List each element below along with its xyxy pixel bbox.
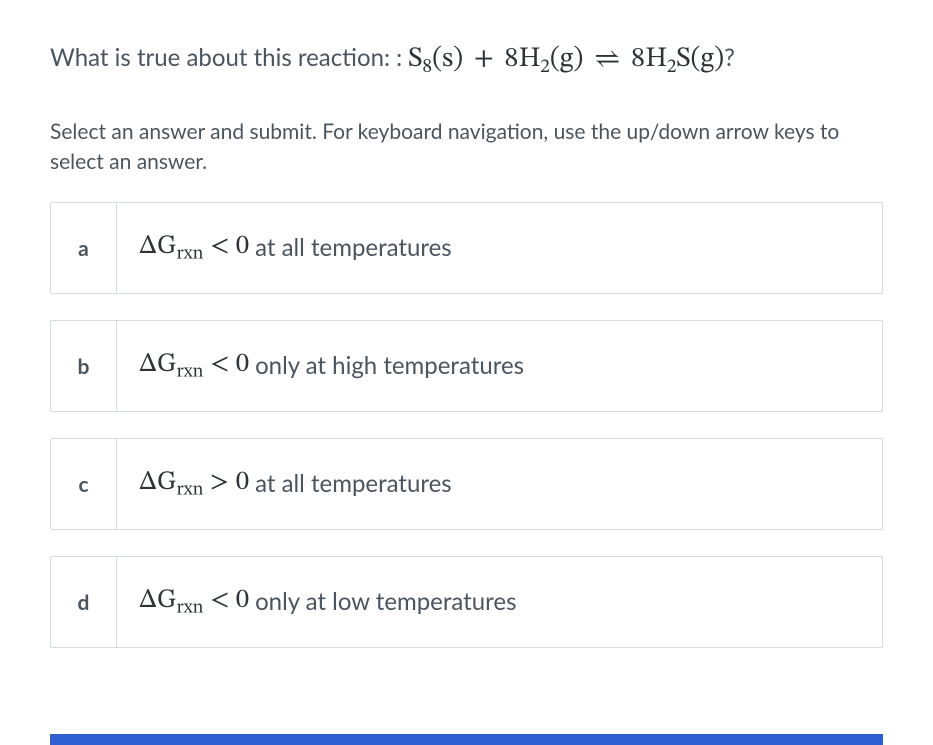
option-tail: only at high temperatures — [255, 350, 524, 381]
delta-g-expression: ΔGrxn < 0 — [139, 229, 249, 267]
product-sub: 2 — [667, 57, 677, 77]
rxn-subscript: rxn — [176, 246, 203, 264]
greater-than-zero: > 0 — [204, 469, 250, 496]
delta-g-expression: ΔGrxn < 0 — [139, 347, 249, 385]
option-body: ΔGrxn < 0 only at low temperatures — [117, 557, 538, 647]
reactant1-sub: 8 — [422, 57, 432, 77]
delta-g-expression: ΔGrxn < 0 — [139, 583, 249, 621]
option-tail: at all temperatures — [255, 232, 452, 263]
delta-g-expression: ΔGrxn > 0 — [139, 465, 249, 503]
progress-bar — [50, 734, 883, 745]
delta-g: ΔG — [139, 351, 176, 378]
option-letter: c — [51, 439, 117, 529]
question-prefix: What is true about this reaction: : — [50, 43, 408, 72]
option-body: ΔGrxn < 0 at all temperatures — [117, 203, 474, 293]
product-tail: S(g) — [676, 45, 724, 73]
options-list: a ΔGrxn < 0 at all temperatures b ΔGrxn … — [50, 202, 883, 648]
less-than-zero: < 0 — [204, 351, 250, 378]
rxn-subscript: rxn — [176, 600, 203, 618]
answer-instructions: Select an answer and submit. For keyboar… — [50, 117, 883, 176]
option-body: ΔGrxn < 0 only at high temperatures — [117, 321, 546, 411]
option-tail: only at low temperatures — [255, 586, 516, 617]
question-card: What is true about this reaction: : S8(s… — [0, 0, 933, 745]
equilibrium-arrow: ⇌ — [583, 45, 631, 73]
option-d[interactable]: d ΔGrxn < 0 only at low temperatures — [50, 556, 883, 648]
rxn-subscript: rxn — [176, 364, 203, 382]
plus-operator: + — [463, 45, 504, 73]
reactant1-state: (s) — [432, 45, 463, 73]
spacer — [50, 648, 883, 734]
delta-g: ΔG — [139, 587, 176, 614]
option-b[interactable]: b ΔGrxn < 0 only at high temperatures — [50, 320, 883, 412]
reactant1-species: S — [408, 45, 422, 73]
option-letter: a — [51, 203, 117, 293]
delta-g: ΔG — [139, 469, 176, 496]
option-body: ΔGrxn > 0 at all temperatures — [117, 439, 474, 529]
reactant2-sub: 2 — [540, 57, 550, 77]
option-letter: d — [51, 557, 117, 647]
less-than-zero: < 0 — [204, 233, 250, 260]
question-suffix: ? — [724, 43, 735, 72]
option-a[interactable]: a ΔGrxn < 0 at all temperatures — [50, 202, 883, 294]
delta-g: ΔG — [139, 233, 176, 260]
question-stem: What is true about this reaction: : S8(s… — [50, 40, 883, 81]
product-coef: 8H — [631, 45, 667, 73]
reaction-equation: S8(s) + 8H2(g) ⇌ 8H2S(g) — [408, 45, 724, 73]
content-area: What is true about this reaction: : S8(s… — [50, 40, 883, 648]
less-than-zero: < 0 — [204, 587, 250, 614]
rxn-subscript: rxn — [176, 482, 203, 500]
reactant2-state: (g) — [550, 45, 584, 73]
reactant2-coef: 8H — [504, 45, 540, 73]
option-c[interactable]: c ΔGrxn > 0 at all temperatures — [50, 438, 883, 530]
option-tail: at all temperatures — [255, 468, 452, 499]
option-letter: b — [51, 321, 117, 411]
